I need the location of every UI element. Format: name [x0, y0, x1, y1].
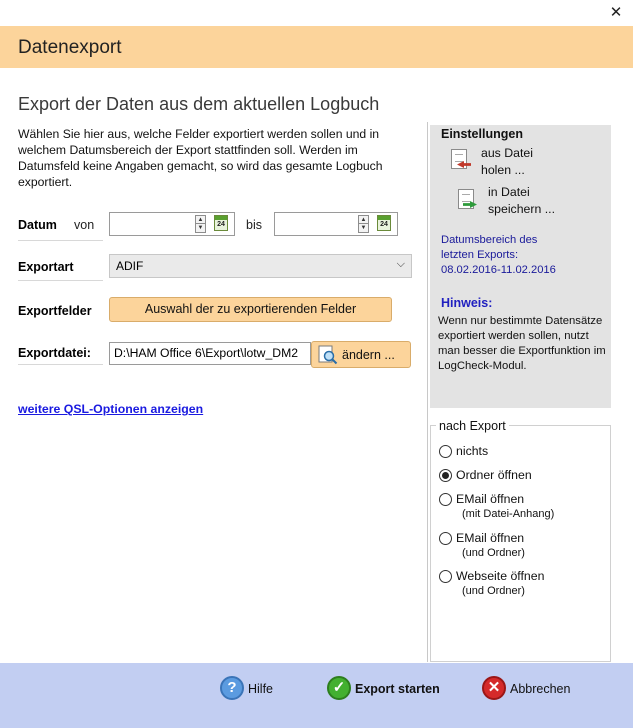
export-file-input[interactable]: D:\HAM Office 6\Export\lotw_DM2 [109, 342, 311, 365]
change-file-button[interactable]: ändern ... [311, 341, 411, 368]
radio-ordner-oeffnen[interactable] [439, 469, 452, 482]
radio-email-anhang-sub: (mit Datei-Anhang) [462, 508, 555, 520]
label-underline [18, 240, 103, 241]
exportfelder-label: Exportfelder [18, 304, 92, 318]
calendar-icon[interactable]: 24 [214, 215, 228, 231]
radio-email-ordner-label[interactable]: EMail öffnen [456, 531, 524, 545]
settings-title: Einstellungen [441, 127, 523, 141]
cancel-icon: ✕ [482, 676, 506, 700]
radio-webseite-sub: (und Ordner) [462, 585, 525, 597]
bis-label: bis [246, 218, 262, 232]
radio-email-anhang-label[interactable]: EMail öffnen [456, 492, 524, 506]
datum-label: Datum [18, 218, 57, 232]
cancel-button[interactable]: ✕ Abbrechen [482, 676, 582, 702]
radio-nichts[interactable] [439, 445, 452, 458]
radio-email-ordner[interactable] [439, 532, 452, 545]
help-icon: ? [220, 676, 244, 700]
divider [427, 122, 428, 662]
radio-email-ordner-sub: (und Ordner) [462, 547, 525, 559]
help-label: Hilfe [248, 682, 274, 696]
cancel-label: Abbrechen [510, 682, 571, 696]
document-load-icon[interactable] [451, 149, 471, 169]
save-to-file-button[interactable]: in Datei speichern ... [488, 184, 555, 218]
radio-webseite[interactable] [439, 570, 452, 583]
magnifier-icon [318, 345, 338, 368]
more-qsl-options-link[interactable]: weitere QSL-Optionen anzeigen [18, 402, 203, 416]
radio-email-anhang[interactable] [439, 493, 452, 506]
description-text: Wählen Sie hier aus, welche Felder expor… [18, 127, 383, 189]
help-button[interactable]: ? Hilfe [220, 676, 280, 702]
chevron-down-icon: ⌵ [396, 258, 405, 270]
document-save-icon[interactable] [458, 189, 477, 209]
label-underline [18, 280, 103, 281]
hint-title: Hinweis: [441, 296, 493, 310]
exportdatei-label: Exportdatei: [18, 346, 91, 360]
select-fields-button[interactable]: Auswahl der zu exportierenden Felder [109, 297, 392, 322]
radio-webseite-label[interactable]: Webseite öffnen [456, 569, 544, 583]
change-file-label: ändern ... [342, 348, 395, 362]
date-to-spinner[interactable]: ▲ ▼ [358, 215, 369, 233]
window-title: Datenexport [18, 37, 122, 58]
load-from-file-button[interactable]: aus Datei holen ... [481, 145, 533, 179]
page-title: Export der Daten aus dem aktuellen Logbu… [18, 94, 380, 114]
last-export-range: Datumsbereich des letzten Exports: 08.02… [441, 234, 556, 276]
exportart-select[interactable]: ADIF ⌵ [109, 254, 412, 278]
radio-nichts-label[interactable]: nichts [456, 444, 488, 458]
calendar-icon[interactable]: 24 [377, 215, 391, 231]
date-from-spinner[interactable]: ▲ ▼ [195, 215, 206, 233]
von-label: von [74, 218, 95, 232]
export-start-button[interactable]: ✓ Export starten [327, 676, 447, 702]
after-export-title: nach Export [436, 419, 509, 433]
radio-ordner-oeffnen-label[interactable]: Ordner öffnen [456, 468, 532, 482]
close-icon[interactable]: ✕ [606, 4, 626, 22]
exportart-label: Exportart [18, 260, 74, 274]
hint-text: Wenn nur bestimmte Datensätze exportiert… [438, 315, 606, 372]
check-icon: ✓ [327, 676, 351, 700]
export-start-label: Export starten [355, 682, 440, 696]
label-underline [18, 364, 103, 365]
